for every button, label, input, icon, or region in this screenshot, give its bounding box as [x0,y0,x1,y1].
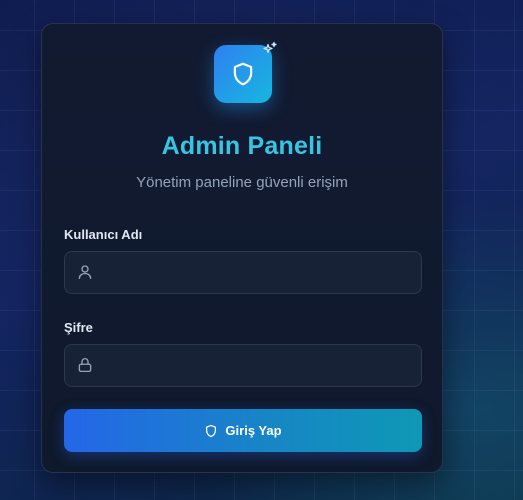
password-field[interactable] [64,344,422,387]
page-subtitle: Yönetim paneline güvenli erişim [136,174,348,191]
page-title: Admin Paneli [161,132,323,160]
login-button-label: Giriş Yap [225,423,282,438]
username-label: Kullanıcı Adı [64,227,143,242]
logo [214,41,277,103]
shield-icon [233,62,253,86]
username-input[interactable] [105,252,413,293]
lock-icon [78,358,92,373]
login-card: Admin Paneli Yönetim paneline güvenli er… [41,23,443,473]
login-button[interactable]: Giriş Yap [64,409,422,452]
sparkles-icon [263,41,277,54]
username-field[interactable] [64,251,422,294]
user-icon [78,265,92,280]
password-label: Şifre [64,320,93,335]
shield-icon [206,424,217,437]
password-input[interactable] [105,345,413,386]
